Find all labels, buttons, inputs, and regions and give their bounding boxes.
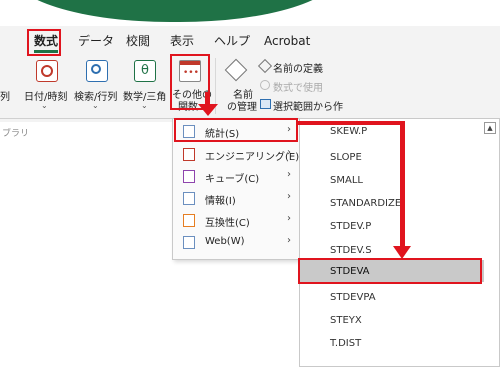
chevron-down-icon: ⌄ — [41, 101, 48, 110]
tab-data[interactable]: データ — [78, 30, 114, 52]
function-item[interactable]: SMALL — [330, 175, 363, 186]
chevron-right-icon: › — [287, 191, 291, 202]
define-name-label: 名前の定義 — [273, 64, 323, 75]
window-title-bar — [0, 0, 500, 26]
tab-help[interactable]: ヘルプ — [214, 30, 250, 52]
warning-icon — [183, 214, 195, 227]
web-icon — [183, 236, 195, 249]
submenu-item-cube[interactable]: キューブ(C) › — [173, 166, 299, 188]
name-label-2: の管理 — [227, 102, 257, 113]
submenu-item-web[interactable]: Web(W) › — [173, 232, 299, 254]
group-label: ブラリ — [2, 129, 30, 139]
function-item[interactable]: STEYX — [330, 315, 362, 326]
search-icon — [86, 60, 108, 82]
tab-view[interactable]: 表示 — [170, 30, 194, 52]
scroll-up-button[interactable]: ▲ — [484, 122, 496, 134]
chevron-right-icon: › — [287, 169, 291, 180]
use-in-formula-label: 数式で使用 — [273, 83, 323, 94]
cube-icon — [183, 170, 195, 183]
submenu-label: 互換性(C) — [205, 218, 250, 229]
chevron-right-icon: › — [287, 147, 291, 158]
create-from-selection-label: 選択範囲から作 — [273, 102, 343, 113]
function-item[interactable]: STDEV.S — [330, 245, 372, 256]
submenu-label: 情報(I) — [205, 196, 236, 207]
function-item[interactable]: T.DIST — [330, 338, 361, 349]
function-item[interactable]: STDEVPA — [330, 292, 376, 303]
submenu-label: キューブ(C) — [205, 174, 260, 185]
chevron-down-icon: ⌄ — [141, 101, 148, 110]
function-item[interactable]: SKEW.P — [330, 126, 367, 137]
table-icon — [260, 99, 271, 109]
callout-box-statistical — [174, 118, 298, 142]
engineering-icon — [183, 148, 195, 161]
chevron-right-icon: › — [287, 213, 291, 224]
tab-review[interactable]: 校閲 — [126, 30, 150, 52]
submenu-label: エンジニアリング(E) — [205, 152, 300, 163]
tab-acrobat[interactable]: Acrobat — [264, 30, 310, 52]
formula-icon — [260, 80, 270, 90]
theta-icon: θ — [134, 60, 156, 82]
submenu-item-compatibility[interactable]: 互換性(C) › — [173, 210, 299, 232]
function-item[interactable]: SLOPE — [330, 152, 362, 163]
callout-box-tab — [27, 29, 61, 56]
callout-box-stdeva — [298, 258, 482, 284]
submenu-label: Web(W) — [205, 236, 245, 247]
function-item[interactable]: STDEV.P — [330, 221, 371, 232]
submenu-item-information[interactable]: 情報(I) › — [173, 188, 299, 210]
callout-box-more — [170, 54, 210, 110]
chevron-down-icon: ⌄ — [92, 101, 99, 110]
function-item[interactable]: STANDARDIZE — [330, 198, 401, 209]
cut-off-label: 列 — [0, 92, 10, 103]
submenu-item-engineering[interactable]: エンジニアリング(E) › — [173, 144, 299, 166]
info-icon — [183, 192, 195, 205]
clock-icon — [36, 60, 58, 82]
chevron-right-icon: › — [287, 235, 291, 246]
